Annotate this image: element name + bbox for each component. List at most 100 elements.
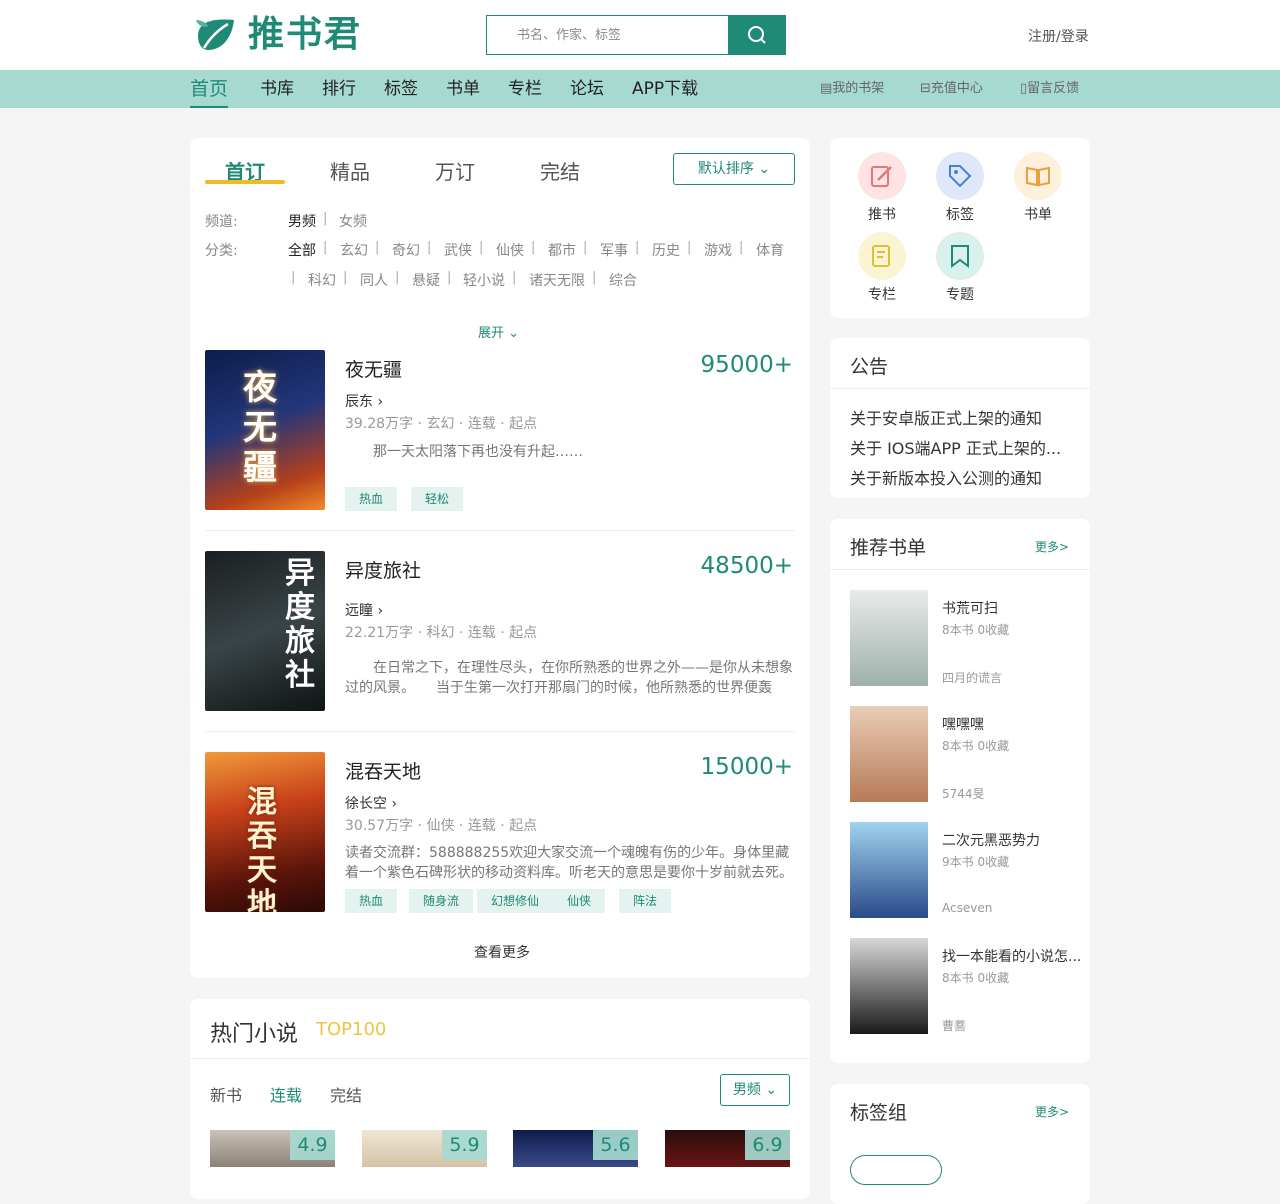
tag-entry-icon[interactable] bbox=[936, 152, 984, 200]
hot-book-cover[interactable]: 5.6 bbox=[513, 1130, 638, 1167]
list-cover[interactable] bbox=[850, 590, 928, 686]
book-tag[interactable]: 幻想修仙 bbox=[477, 889, 554, 913]
book-meta: 39.28万字 · 玄幻 · 连载 · 起点 bbox=[345, 416, 538, 432]
list-creator[interactable]: 5744旻 bbox=[942, 785, 985, 802]
category-history[interactable]: 历史 bbox=[652, 240, 680, 260]
cover-title-art: 混吞天地 bbox=[247, 785, 277, 913]
book-author[interactable]: 辰东 › bbox=[345, 391, 383, 411]
book-author[interactable]: 远瞳 › bbox=[345, 600, 383, 620]
hot-book-cover[interactable]: 4.9 bbox=[210, 1130, 335, 1167]
login-link[interactable]: 注册/登录 bbox=[1028, 26, 1089, 46]
tab-premium[interactable]: 精品 bbox=[330, 156, 370, 185]
sort-dropdown[interactable]: 默认排序 ⌄ bbox=[673, 153, 795, 185]
nav-forum[interactable]: 论坛 bbox=[570, 70, 604, 108]
search-button[interactable] bbox=[728, 16, 785, 54]
category-urban[interactable]: 都市 bbox=[548, 240, 576, 260]
notice-item[interactable]: 关于 IOS端APP 正式上架的... bbox=[850, 435, 1061, 459]
main-nav: 首页 书库 排行 标签 书单 专栏 论坛 APP下载 ▤我的书架 ⊟充值中心 ▯… bbox=[0, 70, 1280, 108]
list-creator[interactable]: 曹蕎 bbox=[942, 1017, 966, 1034]
expand-button[interactable]: 展开 ⌄ bbox=[478, 322, 519, 341]
book-title[interactable]: 夜无疆 bbox=[345, 355, 402, 382]
leaf-logo-icon[interactable] bbox=[194, 16, 236, 54]
book-cover[interactable]: 异度旅社 bbox=[205, 551, 325, 711]
nav-app-download[interactable]: APP下载 bbox=[632, 70, 698, 108]
book-tag[interactable]: 随身流 bbox=[409, 889, 474, 913]
list-creator[interactable]: Acseven bbox=[942, 901, 992, 915]
tag-icon bbox=[949, 165, 972, 188]
book-tag[interactable]: 热血 bbox=[345, 889, 398, 913]
category-xianxia[interactable]: 仙侠 bbox=[496, 240, 524, 260]
book-tag[interactable]: 热血 bbox=[345, 487, 398, 511]
channel-male[interactable]: 男频 bbox=[288, 211, 316, 231]
my-bookshelf-link[interactable]: ▤我的书架 bbox=[820, 70, 884, 108]
booklist-entry-icon[interactable] bbox=[1014, 152, 1062, 200]
gender-filter-dropdown[interactable]: 男频 ⌄ bbox=[720, 1074, 790, 1106]
category-scifi[interactable]: 科幻 bbox=[308, 270, 336, 290]
topic-entry-icon[interactable] bbox=[936, 232, 984, 280]
hot-tab-serial[interactable]: 连载 bbox=[270, 1082, 302, 1106]
search-input[interactable] bbox=[487, 16, 729, 54]
nav-home[interactable]: 首页 bbox=[190, 70, 229, 108]
channel-female[interactable]: 女频 bbox=[339, 211, 367, 231]
list-title[interactable]: 书荒可扫 bbox=[942, 598, 998, 618]
category-sports[interactable]: 体育 bbox=[756, 240, 784, 260]
open-book-icon bbox=[1026, 166, 1050, 187]
recommend-icon[interactable] bbox=[858, 152, 906, 200]
list-title[interactable]: 找一本能看的小说怎... bbox=[942, 946, 1081, 966]
hot-book-cover[interactable]: 5.9 bbox=[362, 1130, 487, 1167]
view-more-button[interactable]: 查看更多 bbox=[474, 942, 530, 962]
chevron-down-icon: ⌄ bbox=[504, 326, 520, 341]
list-cover[interactable] bbox=[850, 822, 928, 918]
separator: | bbox=[583, 240, 588, 255]
hot-tab-finished[interactable]: 完结 bbox=[330, 1082, 362, 1106]
category-infinite[interactable]: 诸天无限 bbox=[529, 270, 585, 290]
tag-group-chip[interactable] bbox=[850, 1155, 942, 1185]
nav-tags[interactable]: 标签 bbox=[384, 70, 418, 108]
book-title[interactable]: 异度旅社 bbox=[345, 556, 421, 583]
tab-finished[interactable]: 完结 bbox=[540, 156, 580, 185]
notice-item[interactable]: 关于安卓版正式上架的通知 bbox=[850, 405, 1042, 429]
list-creator[interactable]: 四月的谎言 bbox=[942, 669, 1002, 686]
category-wuxia[interactable]: 武侠 bbox=[444, 240, 472, 260]
column-entry-icon[interactable] bbox=[858, 232, 906, 280]
book-cover[interactable]: 夜无疆 bbox=[205, 350, 325, 510]
category-military[interactable]: 军事 bbox=[600, 240, 628, 260]
category-misc[interactable]: 综合 bbox=[609, 270, 637, 290]
list-cover[interactable] bbox=[850, 938, 928, 1034]
category-qihuan[interactable]: 奇幻 bbox=[392, 240, 420, 260]
book-tag[interactable]: 阵法 bbox=[619, 889, 672, 913]
cover-title-art: 异度旅社 bbox=[285, 556, 315, 693]
author-name: 徐长空 bbox=[345, 796, 387, 812]
logo-text[interactable]: 推书君 bbox=[248, 13, 362, 57]
lists-more-link[interactable]: 更多> bbox=[1035, 538, 1069, 555]
list-stats: 9本书 0收藏 bbox=[942, 855, 1010, 869]
nav-library[interactable]: 书库 bbox=[260, 70, 294, 108]
category-all[interactable]: 全部 bbox=[288, 240, 316, 260]
notice-title: 公告 bbox=[850, 356, 889, 378]
nav-column[interactable]: 专栏 bbox=[508, 70, 542, 108]
tab-ten-thousand[interactable]: 万订 bbox=[435, 156, 475, 185]
category-light-novel[interactable]: 轻小说 bbox=[463, 270, 505, 290]
book-title[interactable]: 混吞天地 bbox=[345, 757, 421, 784]
recommended-lists-title: 推荐书单 bbox=[850, 537, 927, 559]
notice-item[interactable]: 关于新版本投入公测的通知 bbox=[850, 465, 1042, 489]
list-title[interactable]: 二次元黑恶势力 bbox=[942, 830, 1040, 850]
category-xuanhuan[interactable]: 玄幻 bbox=[340, 240, 368, 260]
list-cover[interactable] bbox=[850, 706, 928, 802]
book-cover[interactable]: 混吞天地 bbox=[205, 752, 325, 912]
category-mystery[interactable]: 悬疑 bbox=[412, 270, 440, 290]
book-tag[interactable]: 仙侠 bbox=[553, 889, 606, 913]
category-fanfic[interactable]: 同人 bbox=[360, 270, 388, 290]
nav-booklist[interactable]: 书单 bbox=[446, 70, 480, 108]
feedback-link[interactable]: ▯留言反馈 bbox=[1020, 70, 1079, 108]
book-author[interactable]: 徐长空 › bbox=[345, 793, 397, 813]
tag-group-more-link[interactable]: 更多> bbox=[1035, 1103, 1069, 1120]
book-tag[interactable]: 轻松 bbox=[411, 487, 464, 511]
list-title[interactable]: 嘿嘿嘿 bbox=[942, 714, 984, 734]
category-game[interactable]: 游戏 bbox=[704, 240, 732, 260]
hot-book-cover[interactable]: 6.9 bbox=[665, 1130, 790, 1167]
hot-tab-new[interactable]: 新书 bbox=[210, 1082, 242, 1106]
author-name: 辰东 bbox=[345, 394, 373, 410]
recharge-link[interactable]: ⊟充值中心 bbox=[920, 70, 983, 108]
nav-rank[interactable]: 排行 bbox=[322, 70, 356, 108]
